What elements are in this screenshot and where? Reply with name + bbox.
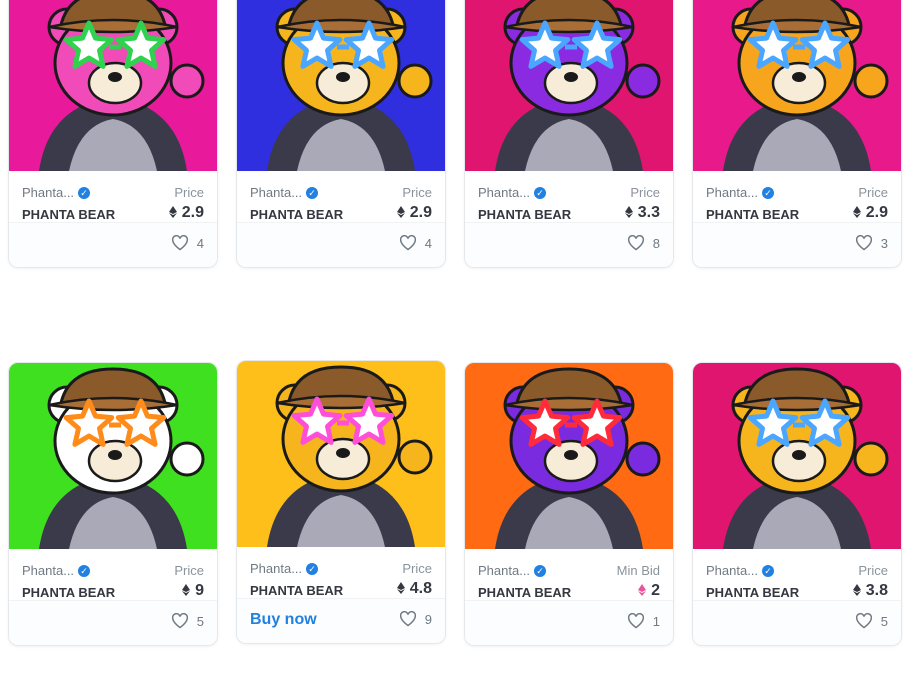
card-footer: 5 (693, 600, 901, 645)
like-count: 9 (424, 611, 432, 627)
verified-badge-icon: ✓ (534, 564, 547, 577)
nft-image[interactable] (237, 0, 445, 171)
price-label: Price (174, 563, 204, 578)
collection-name[interactable]: Phanta... ✓ (706, 563, 775, 578)
like-count: 1 (652, 613, 660, 629)
nft-card[interactable]: Phanta...✓PHANTA BEAR #7617Price2.9Last … (8, 0, 218, 268)
card-footer: 1 (465, 600, 673, 645)
like-count: 5 (880, 613, 888, 629)
verified-badge-icon: ✓ (762, 564, 775, 577)
nft-image[interactable] (237, 361, 445, 547)
like-count: 5 (196, 613, 204, 629)
nft-card[interactable]: Phanta...✓PHANTA BEAR #9316Min Bid22 day… (464, 362, 674, 646)
price-label: Price (174, 185, 204, 200)
price-label: Price (402, 185, 432, 200)
verified-badge-icon: ✓ (534, 186, 547, 199)
price-label: Price (858, 563, 888, 578)
like-count: 4 (424, 235, 432, 251)
card-footer: 5 (9, 600, 217, 645)
card-footer: 8 (465, 222, 673, 267)
nft-card[interactable]: Phanta...✓PHANTA BEAR #5649Price2.9a day… (692, 0, 902, 268)
heart-icon (171, 235, 189, 251)
collection-name[interactable]: Phanta... ✓ (22, 185, 91, 200)
price-value: 2 (638, 582, 660, 600)
eth-icon (624, 205, 633, 218)
price-value: 2.9 (396, 204, 432, 222)
verified-badge-icon: ✓ (306, 562, 319, 575)
price-label: Price (858, 185, 888, 200)
heart-icon (627, 613, 645, 629)
card-footer: 3 (693, 222, 901, 267)
heart-icon (399, 235, 417, 251)
eth-icon (852, 205, 861, 218)
price-value: 3.8 (852, 582, 888, 600)
verified-badge-icon: ✓ (78, 564, 91, 577)
price-value: 4.8 (396, 580, 432, 598)
collection-name[interactable]: Phanta... ✓ (22, 563, 91, 578)
nft-image[interactable] (465, 363, 673, 549)
like-count: 8 (652, 235, 660, 251)
favorite-button[interactable]: 3 (855, 235, 888, 251)
nft-card[interactable]: Phanta...✓PHANTA BEAR #7183Price4.8a day… (236, 360, 446, 644)
nft-card[interactable]: Phanta...✓PHANTA BEAR #8743Price9a day l… (8, 362, 218, 646)
favorite-button[interactable]: 4 (171, 235, 204, 251)
like-count: 4 (196, 235, 204, 251)
price-label: Price (630, 185, 660, 200)
price-value: 9 (182, 582, 204, 600)
eth-icon (396, 581, 405, 594)
price-label: Min Bid (616, 563, 660, 578)
heart-icon (627, 235, 645, 251)
collection-name[interactable]: Phanta... ✓ (478, 185, 547, 200)
card-footer: 4 (237, 222, 445, 267)
weth-icon (638, 583, 647, 596)
price-label: Price (402, 561, 432, 576)
nft-card[interactable]: Phanta...✓PHANTA BEAR #450Price3.3Last 4… (464, 0, 674, 268)
eth-icon (396, 205, 405, 218)
nft-image[interactable] (693, 0, 901, 171)
like-count: 3 (880, 235, 888, 251)
card-footer: Buy now 9 (237, 598, 445, 643)
favorite-button[interactable]: 4 (399, 235, 432, 251)
favorite-button[interactable]: 5 (855, 613, 888, 629)
heart-icon (855, 235, 873, 251)
nft-image[interactable] (693, 363, 901, 549)
collection-name[interactable]: Phanta... ✓ (250, 561, 319, 576)
card-footer: 4 (9, 222, 217, 267)
heart-icon (855, 613, 873, 629)
eth-icon (852, 583, 861, 596)
price-value: 3.3 (624, 204, 660, 222)
collection-name[interactable]: Phanta... ✓ (250, 185, 319, 200)
verified-badge-icon: ✓ (306, 186, 319, 199)
eth-icon (168, 205, 177, 218)
favorite-button[interactable]: 8 (627, 235, 660, 251)
heart-icon (171, 613, 189, 629)
favorite-button[interactable]: 5 (171, 613, 204, 629)
favorite-button[interactable]: 9 (399, 611, 432, 627)
price-value: 2.9 (852, 204, 888, 222)
collection-name[interactable]: Phanta... ✓ (706, 185, 775, 200)
nft-card[interactable]: Phanta...✓PHANTA BEAR #2869Price3.8Last … (692, 362, 902, 646)
verified-badge-icon: ✓ (78, 186, 91, 199)
heart-icon (399, 611, 417, 627)
nft-image[interactable] (9, 0, 217, 171)
price-value: 2.9 (168, 204, 204, 222)
collection-name[interactable]: Phanta... ✓ (478, 563, 547, 578)
nft-image[interactable] (9, 363, 217, 549)
verified-badge-icon: ✓ (762, 186, 775, 199)
favorite-button[interactable]: 1 (627, 613, 660, 629)
eth-icon (182, 583, 191, 596)
nft-image[interactable] (465, 0, 673, 171)
nft-card[interactable]: Phanta...✓PHANTA BEAR #1506Price2.9Last … (236, 0, 446, 268)
buy-now-button[interactable]: Buy now (250, 611, 317, 629)
